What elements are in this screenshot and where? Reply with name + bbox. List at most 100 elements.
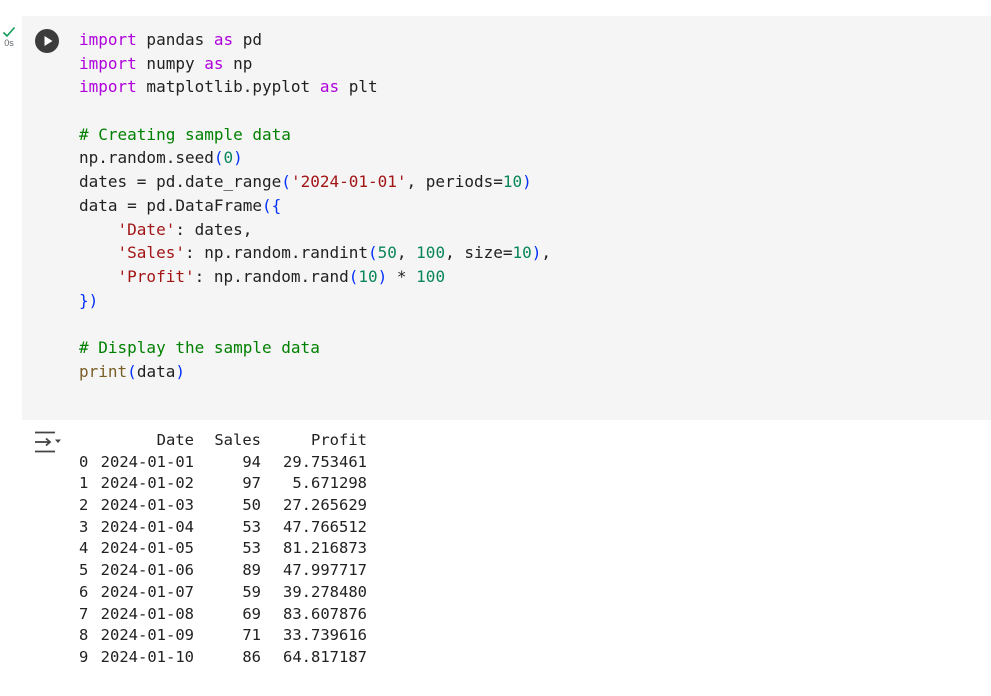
row-sales: 89: [242, 561, 261, 580]
row-date: 2024-01-09: [100, 626, 194, 645]
code-line: dates = pd.date_range('2024-01-01', peri…: [79, 170, 551, 194]
code-line: }): [79, 289, 551, 313]
row-profit: 64.817187: [283, 647, 367, 666]
row-date: 2024-01-01: [100, 452, 194, 471]
code-token: import: [79, 30, 137, 49]
code-token: }): [79, 290, 99, 310]
code-token: import: [79, 77, 137, 97]
code-token: ): [377, 266, 388, 286]
output-collapse-icon: [35, 431, 61, 453]
execution-time: 0s: [4, 38, 14, 48]
code-token: : dates,: [175, 219, 253, 239]
row-sales: 97: [242, 474, 261, 493]
row-profit: 47.997717: [283, 561, 367, 580]
code-token: (: [281, 172, 291, 192]
code-token: as: [319, 77, 340, 97]
row-profit: 5.671298: [292, 474, 367, 493]
code-editor[interactable]: import pandas as pd import numpy as np imp…: [79, 28, 551, 383]
code-token: import: [79, 53, 137, 73]
row-date: 2024-01-10: [100, 647, 194, 666]
code-line: np.random.seed(0): [79, 146, 551, 170]
code-token: ): [531, 243, 542, 263]
row-date: 2024-01-05: [100, 539, 194, 558]
row-profit: 81.216873: [283, 539, 367, 558]
code-line: import pandas as pd: [79, 28, 551, 52]
code-line: 'Sales': np.random.randint(50, 100, size…: [79, 241, 552, 265]
code-token: , size=: [445, 243, 513, 263]
code-token: # Display the sample data: [79, 337, 320, 357]
row-sales: 53: [242, 539, 261, 558]
code-token: 100: [416, 266, 446, 286]
cell-output: Date Sales Profit 0 2024-01-01 94 29.753461 1 20…: [79, 430, 367, 669]
row-sales: 50: [242, 496, 261, 515]
code-token: (: [213, 148, 224, 168]
code-token: (: [368, 243, 378, 263]
code-line: import matplotlib.pyplot as plt: [79, 75, 551, 99]
output-row: 7 2024-01-08 69 83.607876: [79, 604, 367, 626]
row-date: 2024-01-07: [100, 582, 194, 601]
row-index: 6: [79, 582, 89, 601]
column-header-sales: Sales: [214, 431, 261, 449]
row-profit: 39.278480: [283, 582, 367, 601]
row-date: 2024-01-08: [100, 604, 194, 623]
run-cell-button[interactable]: [35, 29, 59, 53]
row-profit: 29.753461: [283, 452, 367, 471]
code-token: dates = pd.date_range: [79, 172, 282, 192]
code-line: # Display the sample data: [79, 336, 551, 360]
code-line: 'Date': dates,: [79, 218, 551, 242]
output-row: 3 2024-01-04 53 47.766512: [79, 517, 367, 539]
code-token: 10: [358, 266, 378, 286]
code-token: as: [213, 30, 234, 49]
code-token: 'Sales': [117, 243, 185, 263]
row-index: 0: [79, 452, 89, 471]
code-token: 'Profit': [117, 266, 195, 286]
output-row: 4 2024-01-05 53 81.216873: [79, 538, 367, 560]
row-date: 2024-01-03: [100, 496, 194, 515]
row-sales: 71: [242, 626, 261, 645]
code-token: 10: [502, 172, 523, 192]
code-line: import numpy as np: [79, 52, 551, 76]
row-index: 5: [79, 561, 89, 580]
code-token: data: [136, 361, 176, 381]
row-date: 2024-01-02: [100, 474, 194, 493]
output-row: 5 2024-01-06 89 47.997717: [79, 560, 367, 582]
row-profit: 83.607876: [283, 604, 367, 623]
code-token: (: [127, 361, 137, 381]
code-token: ,: [541, 243, 552, 263]
output-row: 1 2024-01-02 97 5.671298: [79, 473, 367, 495]
output-row: 0 2024-01-01 94 29.753461: [79, 452, 367, 474]
code-token: plt: [339, 77, 378, 97]
row-index: 1: [79, 474, 89, 493]
code-token: data = pd.DataFrame: [79, 195, 263, 215]
code-token: # Creating sample data: [79, 124, 291, 144]
output-toggle-button[interactable]: [33, 430, 61, 454]
code-line: print(data): [79, 360, 551, 384]
row-profit: 33.739616: [283, 626, 367, 645]
code-line: # Creating sample data: [79, 123, 551, 147]
code-token: 0: [223, 148, 234, 168]
code-token: ): [522, 172, 532, 192]
code-line: 'Profit': np.random.rand(10) * 100: [79, 265, 551, 289]
row-profit: 47.766512: [283, 517, 367, 536]
code-token: as: [204, 53, 224, 73]
row-index: 2: [79, 496, 89, 515]
row-index: 3: [79, 517, 89, 536]
output-header-row: Date Sales Profit: [79, 430, 367, 452]
code-token: *: [387, 266, 417, 286]
code-token: np.random.seed: [79, 148, 214, 168]
row-profit: 27.265629: [283, 496, 367, 515]
row-sales: 69: [242, 604, 261, 623]
code-token: np: [223, 53, 253, 73]
output-row: 2 2024-01-03 50 27.265629: [79, 495, 367, 517]
row-index: 4: [79, 539, 89, 558]
check-icon: [2, 26, 16, 38]
code-token: ({: [262, 195, 282, 215]
column-header-profit: Profit: [311, 431, 367, 449]
output-row: 9 2024-01-10 86 64.817187: [79, 647, 367, 669]
row-date: 2024-01-06: [100, 561, 194, 580]
row-sales: 94: [242, 452, 261, 471]
code-token: print: [79, 361, 128, 381]
